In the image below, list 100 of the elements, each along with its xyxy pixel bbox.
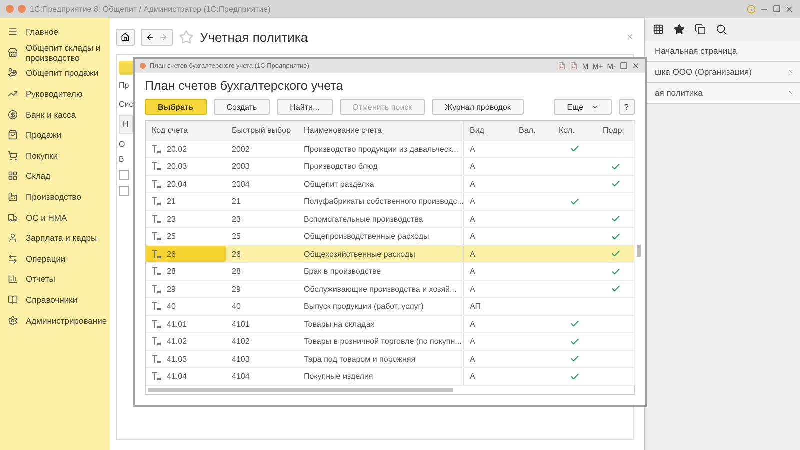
account-icon [152, 214, 161, 224]
column-header[interactable]: Кол. [553, 121, 597, 140]
form-label: Сис [119, 100, 134, 109]
table-row[interactable]: 41.03 4103 Тара под товаром и порожняя А [146, 350, 634, 368]
table-cell: 29 [232, 284, 241, 294]
sidebar-item[interactable]: Общепит склады и производство [0, 42, 110, 64]
table-cell: 23 [167, 214, 176, 224]
table-cell: 21 [167, 197, 176, 206]
sidebar-item[interactable]: Покупки [0, 146, 110, 166]
more-button[interactable]: Еще [554, 99, 612, 115]
table-cell: Производство блюд [304, 162, 378, 172]
table-cell: 41.01 [167, 320, 188, 329]
table-cell: А [470, 320, 476, 329]
table-row[interactable]: 41.01 4101 Товары на складах А [146, 316, 634, 334]
toolbar-button[interactable]: Найти... [277, 99, 333, 115]
restore-icon[interactable] [773, 5, 781, 13]
account-icon [152, 320, 161, 329]
table-cell: 25 [167, 232, 176, 242]
table-row[interactable]: 21 21 Полуфабрикаты собственного производс... А [146, 193, 634, 211]
open-window-item[interactable]: шка ООО (Организация) [645, 62, 800, 83]
table-row[interactable]: 26 26 Общехозяйственные расходы А [146, 246, 634, 264]
user-icon [8, 233, 18, 244]
table-cell: А [470, 284, 476, 294]
table-row[interactable]: 40 40 Выпуск продукции (работ, услуг) АП [146, 298, 634, 316]
table-row[interactable]: 20.04 2004 Общепит разделка А [146, 176, 634, 194]
truck-icon [8, 212, 18, 223]
grid-icon [8, 171, 18, 182]
sidebar-item[interactable]: Продажи [0, 124, 110, 146]
sidebar-item[interactable]: Администрирование [0, 310, 110, 331]
star-icon[interactable] [674, 24, 685, 35]
table-row[interactable]: 29 29 Обслуживающие производства и хозяй... А [146, 280, 634, 298]
column-header[interactable]: Вал. [513, 121, 553, 140]
table-row[interactable]: 20.02 2002 Производство продукции из давальческ... А [146, 140, 634, 158]
table-cell: 29 [167, 284, 176, 294]
close-icon[interactable] [632, 62, 640, 70]
table-cell: А [470, 214, 476, 224]
sidebar-item[interactable]: ОС и НМА [0, 207, 110, 228]
window-dot[interactable] [6, 5, 14, 13]
select-button[interactable]: Выбрать [145, 99, 207, 115]
sidebar-item[interactable]: Общепит продажи [0, 63, 110, 84]
column-header[interactable]: Наименование счета [298, 121, 463, 140]
arrows-icon [8, 254, 18, 264]
info-icon[interactable] [747, 4, 756, 14]
table-cell: 4103 [232, 354, 250, 364]
table-cell: Товары в розничной торговле (по покупн... [304, 337, 462, 346]
sidebar-item[interactable]: Банк и касса [0, 104, 110, 125]
form-label: О [119, 140, 126, 149]
checkbox[interactable] [119, 186, 129, 196]
sidebar-item[interactable]: Производство [0, 186, 110, 208]
copy-icon[interactable] [695, 24, 706, 35]
help-button[interactable]: ? [618, 99, 635, 115]
checkbox[interactable] [119, 170, 129, 180]
window-dot[interactable] [18, 5, 26, 13]
store-icon [8, 48, 18, 58]
sidebar-item[interactable]: Зарплата и кадры [0, 228, 110, 249]
account-icon [152, 267, 161, 276]
maximize-icon[interactable] [620, 62, 628, 70]
table-row[interactable]: 41.02 4102 Товары в розничной торговле (по покупн... А [146, 333, 634, 351]
document-icon[interactable] [570, 62, 578, 70]
column-header[interactable]: Код счета [146, 121, 226, 140]
account-icon [152, 232, 161, 242]
caret-icon [592, 104, 599, 110]
close-icon[interactable] [785, 4, 794, 14]
grid-icon[interactable] [653, 24, 664, 35]
toolbar-button[interactable]: Журнал проводок [432, 99, 524, 115]
search-icon[interactable] [716, 24, 727, 35]
open-window-item[interactable]: ая политика [645, 83, 800, 104]
table-row[interactable]: 23 23 Вспомогательные производства А [146, 210, 634, 228]
table-row[interactable]: 20.03 2003 Производство блюд А [146, 158, 634, 176]
sidebar-item[interactable]: Отчеты [0, 269, 110, 290]
table-row[interactable]: 28 28 Брак в производстве А [146, 263, 634, 281]
column-header[interactable]: Быстрый выбор [226, 121, 298, 140]
sidebar-item[interactable]: Главное [0, 22, 110, 43]
sidebar-item[interactable]: Руководителю [0, 84, 110, 104]
account-icon [152, 162, 161, 172]
table-row[interactable]: 25 25 Общепроизводственные расходы А [146, 228, 634, 246]
table-cell: А [470, 162, 476, 172]
open-window-item[interactable]: Начальная страница [645, 41, 800, 62]
scrollbar-thumb[interactable] [637, 245, 641, 257]
bar-chart-icon [8, 274, 18, 284]
table-cell: 20.02 [167, 144, 188, 154]
toolbar-button[interactable]: Создать [214, 99, 270, 115]
account-icon [152, 354, 161, 364]
table-cell: 40 [232, 302, 241, 312]
navigation-button[interactable] [141, 28, 173, 46]
table-cell: 41.02 [167, 337, 188, 346]
column-header[interactable]: Подр. [597, 121, 634, 140]
sidebar-item[interactable]: Склад [0, 166, 110, 187]
column-header[interactable]: Вид [463, 121, 513, 140]
tab-header[interactable]: Н [119, 115, 133, 134]
table-row[interactable]: 41.04 4104 Покупные изделия А [146, 368, 634, 386]
scrollbar-thumb[interactable] [148, 388, 453, 392]
sidebar-item[interactable]: Операции [0, 248, 110, 270]
form-label: В [119, 155, 124, 164]
table-cell: А [470, 144, 476, 154]
home-button[interactable] [116, 28, 135, 46]
document-icon[interactable] [558, 62, 566, 70]
account-icon [152, 250, 161, 259]
sidebar-item[interactable]: Справочники [0, 290, 110, 310]
account-icon [152, 180, 161, 189]
